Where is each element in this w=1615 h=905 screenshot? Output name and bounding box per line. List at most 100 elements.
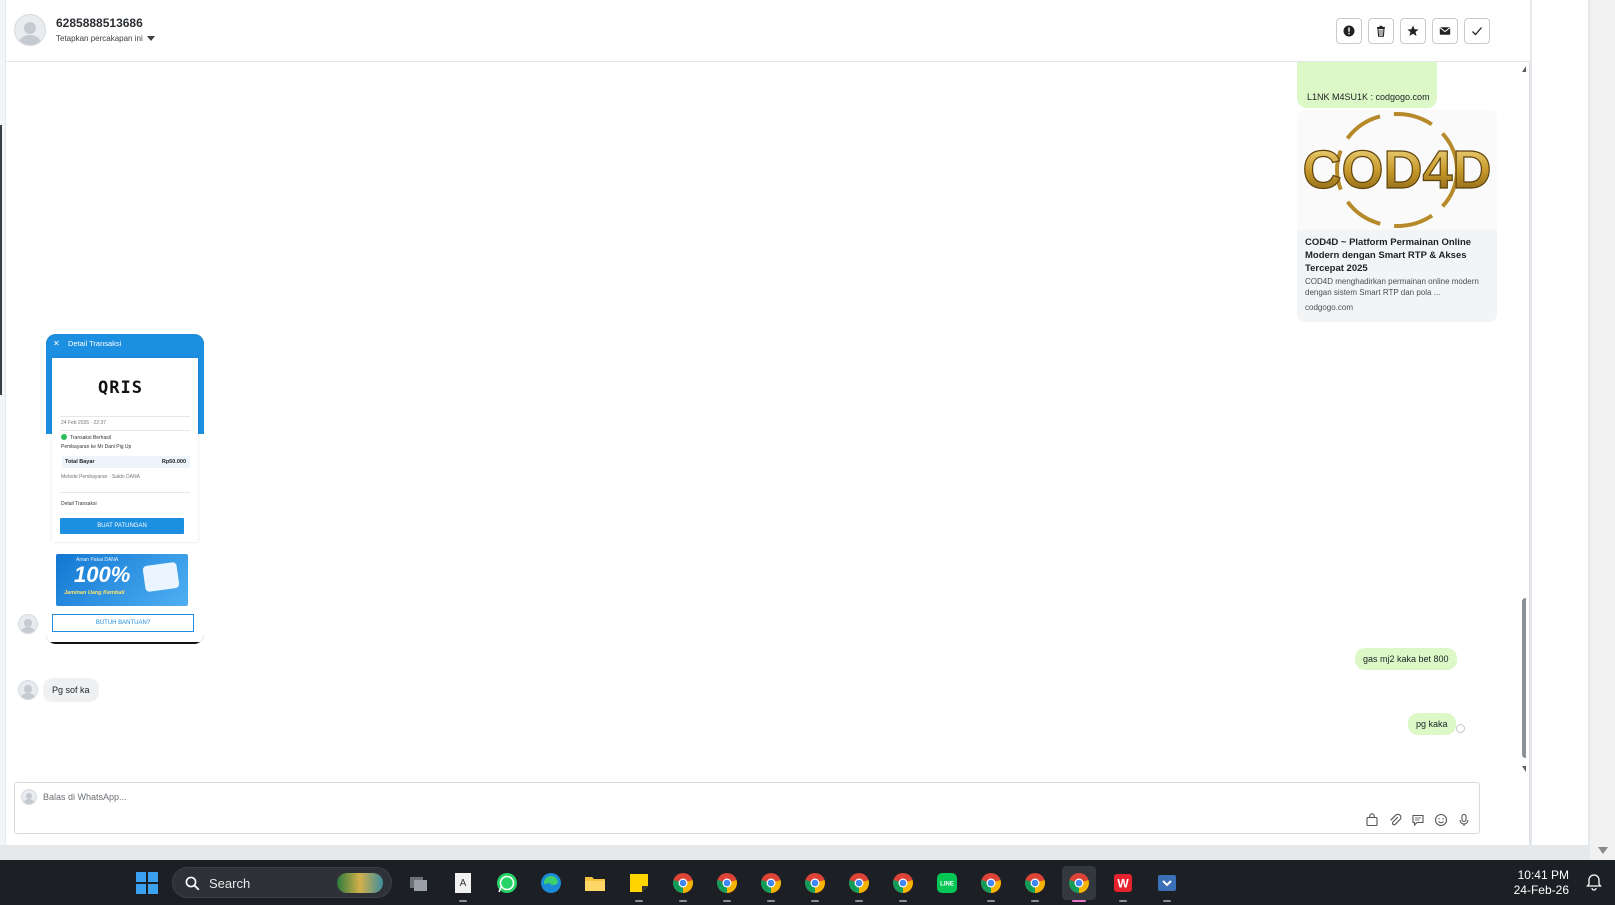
file-explorer-button[interactable]	[578, 866, 612, 900]
taskbar-search[interactable]: Search	[172, 867, 392, 898]
chrome-button[interactable]	[754, 866, 788, 902]
running-indicator	[987, 900, 995, 902]
buat-patungan-button: BUAT PATUNGAN	[60, 518, 184, 534]
running-indicator	[459, 900, 467, 902]
message-text: L1NK M4SU1K : codgogo.com	[1307, 92, 1430, 102]
running-indicator	[679, 900, 687, 902]
attach-icon[interactable]	[1388, 813, 1402, 827]
right-gutter	[1532, 0, 1588, 845]
chrome-button[interactable]	[974, 866, 1008, 902]
assign-label: Tetapkan percakapan ini	[56, 34, 143, 43]
scroll-down-icon[interactable]	[1598, 847, 1608, 854]
task-view-button[interactable]	[402, 866, 436, 900]
notification-icon[interactable]	[1585, 873, 1603, 891]
whatsapp-icon	[497, 873, 517, 893]
bag-icon[interactable]	[1365, 813, 1379, 827]
system-clock[interactable]: 10:41 PM 24-Feb-26	[1514, 868, 1569, 898]
chrome-button[interactable]	[798, 866, 832, 902]
chevron-down-icon	[146, 36, 155, 41]
downloader-icon	[1158, 875, 1176, 891]
running-indicator	[811, 900, 819, 902]
chrome-button-active[interactable]	[1062, 866, 1096, 902]
mail-icon	[1439, 27, 1451, 35]
assign-conversation-dropdown[interactable]: Tetapkan percakapan ini	[56, 34, 155, 43]
chrome-button[interactable]	[710, 866, 744, 902]
running-indicator	[723, 900, 731, 902]
agent-avatar	[21, 789, 37, 805]
qris-logo: QRIS	[98, 378, 143, 398]
downloader-button[interactable]	[1150, 866, 1184, 902]
running-indicator	[1119, 900, 1127, 902]
chrome-icon	[673, 873, 693, 893]
banner-percent: 100%	[74, 562, 131, 587]
star-button[interactable]	[1400, 18, 1426, 44]
total-label: Total Bayar	[65, 459, 95, 465]
shield-icon	[142, 561, 180, 593]
success-icon	[61, 434, 67, 440]
text-editor-icon: A	[455, 873, 471, 893]
windows-logo-icon	[136, 872, 146, 882]
scroll-thumb[interactable]	[1522, 598, 1526, 758]
divider	[60, 416, 190, 417]
whatsapp-button[interactable]	[490, 866, 524, 900]
spam-button[interactable]	[1336, 18, 1362, 44]
payment-label: Pembayaran ke Mr Dani Pig Up	[61, 444, 132, 450]
page-scrollbar[interactable]	[1590, 0, 1615, 860]
text-editor-button[interactable]: A	[446, 866, 480, 902]
chat-scrollbar[interactable]	[1520, 64, 1526, 772]
wps-button[interactable]: W	[1106, 866, 1140, 902]
running-indicator	[1072, 900, 1086, 902]
chrome-icon	[981, 873, 1001, 893]
preview-title[interactable]: COD4D ~ Platform Permainan Online Modern…	[1305, 236, 1491, 275]
svg-text:COD4D: COD4D	[1302, 140, 1491, 200]
task-view-icon	[410, 877, 427, 891]
scroll-down-icon[interactable]	[1522, 766, 1526, 772]
edge-button[interactable]	[534, 866, 568, 900]
line-icon: LINE	[937, 873, 957, 893]
total-value: Rp50.000	[161, 459, 186, 465]
running-indicator	[1031, 900, 1039, 902]
chrome-button[interactable]	[842, 866, 876, 902]
sticky-notes-button[interactable]	[622, 866, 656, 902]
divider	[60, 430, 190, 431]
reply-input[interactable]	[43, 790, 943, 804]
image-message[interactable]: ✕ Detail Transaksi QRIS 24 Feb 2026 · 22…	[46, 334, 204, 644]
incoming-message: Pg sof ka	[43, 678, 99, 702]
chrome-button[interactable]	[666, 866, 700, 902]
running-indicator	[1163, 900, 1171, 902]
edge-marker	[0, 125, 2, 395]
outgoing-message: gas mj2 kaka bet 800	[1355, 648, 1457, 670]
mic-icon[interactable]	[1457, 813, 1471, 827]
check-icon	[1472, 27, 1482, 36]
contact-avatar[interactable]	[14, 14, 46, 46]
message-text: Pg sof ka	[52, 685, 90, 695]
link-preview-card[interactable]: COD4D COD4D ~ Platform Permainan Online …	[1297, 110, 1497, 322]
chrome-icon	[761, 873, 781, 893]
delete-button[interactable]	[1368, 18, 1394, 44]
close-icon: ✕	[53, 339, 60, 348]
running-indicator	[635, 900, 643, 902]
scroll-up-icon[interactable]	[1522, 66, 1526, 72]
chrome-button[interactable]	[1018, 866, 1052, 902]
emoji-icon[interactable]	[1434, 813, 1448, 827]
running-indicator	[899, 900, 907, 902]
start-button[interactable]	[136, 872, 158, 894]
help-button: BUTUH BANTUAN?	[52, 614, 194, 632]
message-list[interactable]: L1NK M4SU1K : codgogo.com COD4D COD4D ~ …	[6, 62, 1526, 780]
reply-composer	[14, 782, 1480, 834]
file-explorer-icon	[585, 877, 605, 891]
mail-button[interactable]	[1432, 18, 1458, 44]
line-button[interactable]: LINE	[930, 866, 964, 900]
message-text: gas mj2 kaka bet 800	[1363, 654, 1449, 664]
contact-name: 6285888513686	[56, 16, 143, 30]
running-indicator	[767, 900, 775, 902]
windows-logo-icon	[148, 872, 158, 882]
payment-method: Metode Pembayaran · Saldo DANA	[61, 474, 140, 480]
detail-label: Detail Transaksi	[61, 501, 97, 507]
chat-icon[interactable]	[1411, 813, 1425, 827]
receipt-date: 24 Feb 2026 · 22:37	[61, 420, 107, 426]
preview-domain: codgogo.com	[1305, 303, 1354, 312]
sender-avatar	[18, 680, 38, 700]
resolve-button[interactable]	[1464, 18, 1490, 44]
chrome-button[interactable]	[886, 866, 920, 902]
